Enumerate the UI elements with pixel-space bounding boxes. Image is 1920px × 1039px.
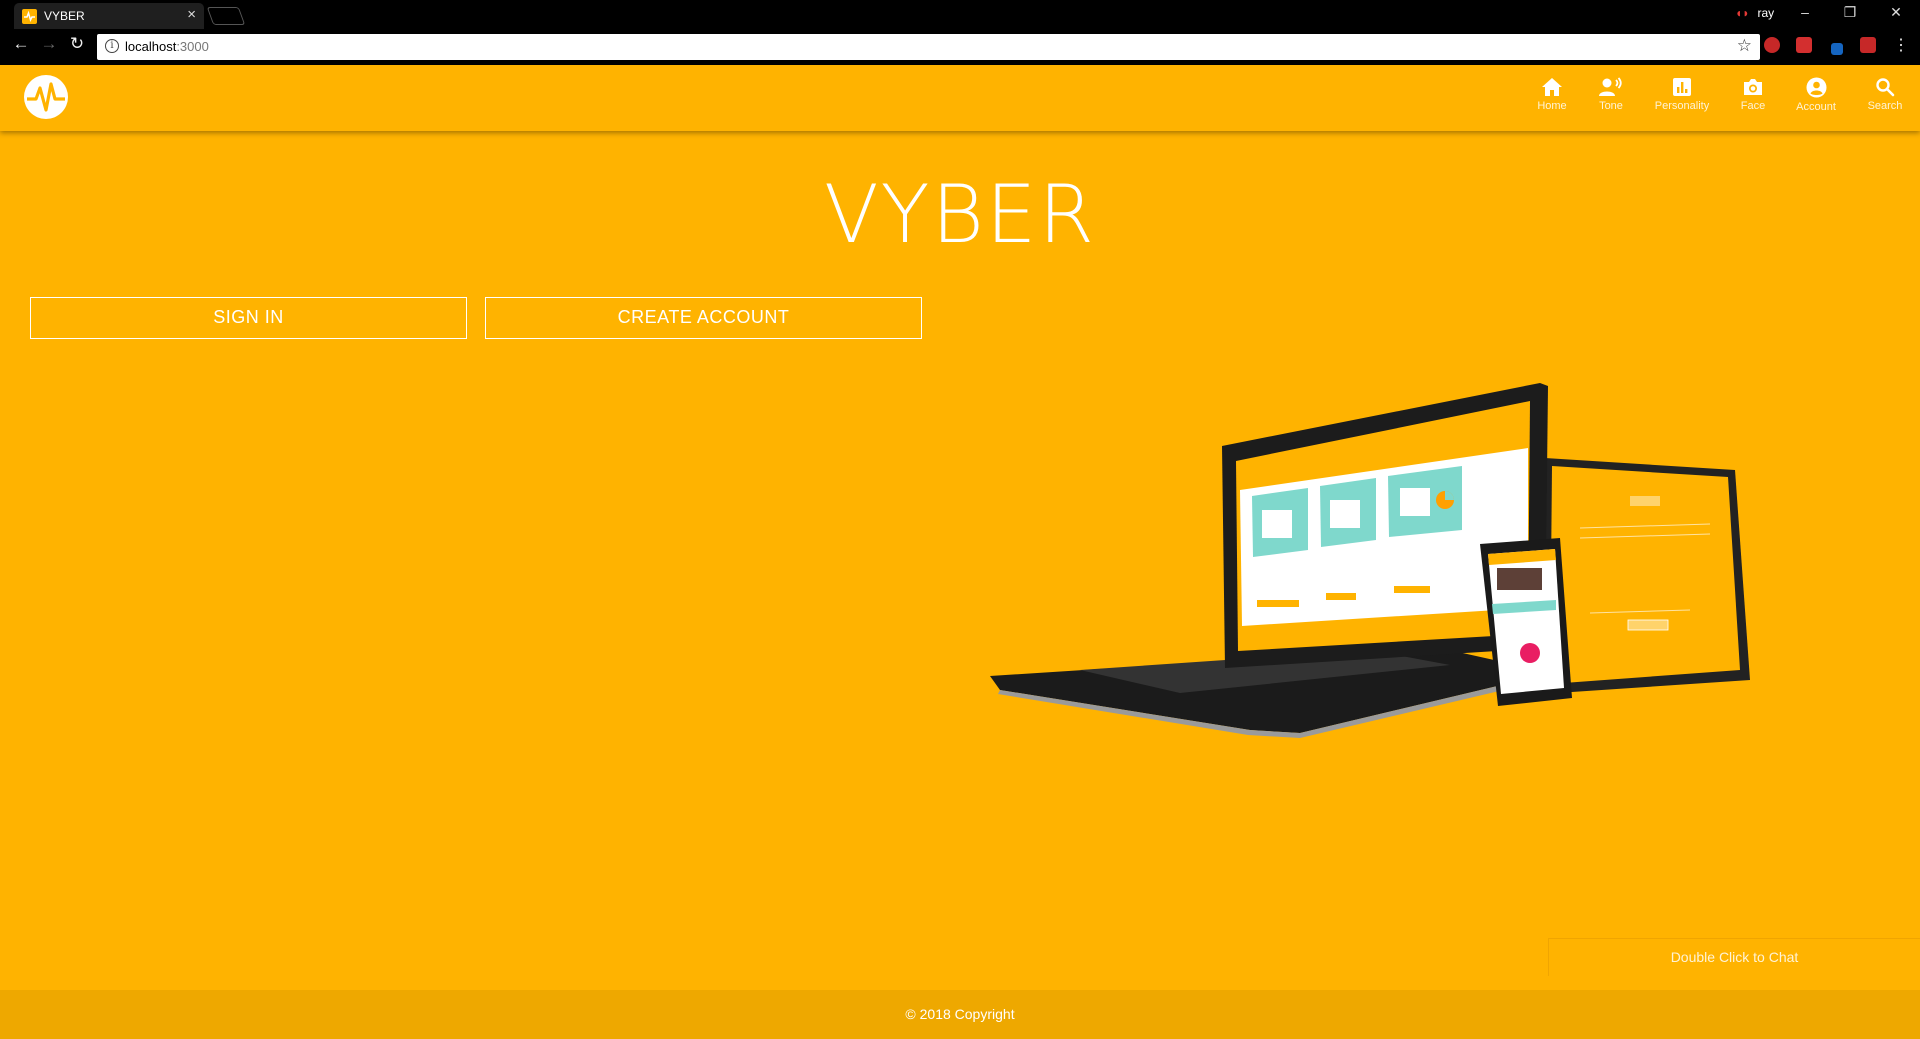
copyright-text: © 2018 Copyright <box>905 1006 1015 1022</box>
nav-tone-label: Tone <box>1599 100 1623 112</box>
nav-search[interactable]: Search <box>1855 77 1915 112</box>
close-window-icon[interactable]: ✕ <box>1885 4 1907 21</box>
bookmark-star-icon[interactable]: ☆ <box>1737 36 1752 56</box>
forward-arrow-icon[interactable]: → <box>38 34 60 54</box>
footer: © 2018 Copyright <box>0 990 1920 1039</box>
tab-close-icon[interactable]: × <box>187 6 196 23</box>
page-title: VYBER <box>823 168 1097 261</box>
home-icon <box>1542 78 1562 96</box>
account-icon <box>1806 77 1826 98</box>
browser-tabstrip: VYBER × ◖◗ ray – ❐ ✕ <box>0 0 1920 29</box>
nav-account-label: Account <box>1796 101 1836 113</box>
reload-icon[interactable]: ↻ <box>66 34 88 54</box>
profile-name: ray <box>1757 6 1775 20</box>
address-bar[interactable]: i localhost:3000 ☆ <box>97 34 1760 60</box>
app-header: Home Tone Personality Face Account Searc… <box>0 65 1920 131</box>
nav-search-label: Search <box>1867 100 1903 112</box>
personality-icon <box>1673 78 1691 96</box>
extension-cors-icon[interactable] <box>1860 37 1876 53</box>
browser-menu-icon[interactable]: ⋮ <box>1893 35 1909 55</box>
tab-title: VYBER <box>44 9 85 23</box>
sign-in-button[interactable]: SIGN IN <box>30 297 467 339</box>
url-text: localhost:3000 <box>125 39 209 54</box>
search-icon <box>1876 78 1895 97</box>
nav-home-label: Home <box>1537 100 1567 112</box>
vyber-favicon-icon <box>22 9 37 24</box>
back-arrow-icon[interactable]: ← <box>10 34 32 54</box>
nav-home[interactable]: Home <box>1522 77 1582 112</box>
restore-icon[interactable]: ❐ <box>1839 4 1861 21</box>
tone-icon <box>1599 77 1622 96</box>
extension-pen-icon[interactable] <box>1831 43 1843 55</box>
browser-tab[interactable]: VYBER × <box>14 3 204 29</box>
vyber-logo-icon[interactable] <box>23 74 69 120</box>
extension-shield-icon[interactable] <box>1764 37 1780 53</box>
nav-face[interactable]: Face <box>1723 77 1783 112</box>
chat-bar[interactable]: Double Click to Chat <box>1548 938 1920 976</box>
extension-media-icon[interactable] <box>1796 37 1812 53</box>
new-tab-button[interactable] <box>206 7 246 25</box>
minimize-icon[interactable]: – <box>1794 4 1816 20</box>
tablet-illustration <box>1542 458 1750 694</box>
camera-icon <box>1744 79 1762 95</box>
create-account-button[interactable]: CREATE ACCOUNT <box>485 297 922 339</box>
nav-face-label: Face <box>1740 100 1766 112</box>
nav-personality[interactable]: Personality <box>1652 77 1712 112</box>
nav-account[interactable]: Account <box>1786 77 1846 113</box>
nav-personality-label: Personality <box>1654 100 1710 112</box>
browser-toolbar: ← → ↻ i localhost:3000 ☆ ⋮ <box>0 29 1920 65</box>
devices-illustration <box>990 383 1750 738</box>
nav-tone[interactable]: Tone <box>1581 77 1641 112</box>
info-icon[interactable]: i <box>105 39 119 53</box>
profile-badge[interactable]: ◖◗ ray <box>1735 6 1774 20</box>
profile-icon: ◖◗ <box>1735 6 1750 20</box>
